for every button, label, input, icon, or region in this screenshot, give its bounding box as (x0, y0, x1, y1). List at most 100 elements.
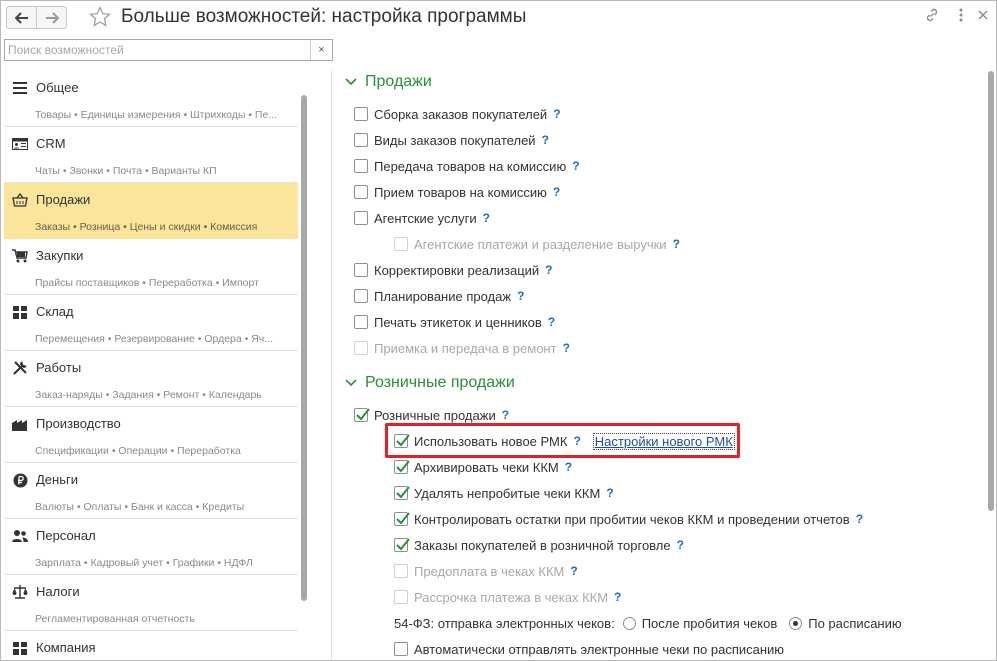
option-new-rmk: Использовать новое РМК ? Настройки новог… (394, 432, 735, 450)
contact-card-icon (12, 136, 28, 152)
arrow-right-icon (45, 11, 59, 24)
help-icon[interactable]: ? (614, 590, 621, 604)
people-icon (12, 528, 28, 544)
option-label: Предоплата в чеках ККМ (414, 563, 565, 579)
arrow-left-icon (14, 11, 28, 24)
main-scrollbar[interactable] (988, 71, 994, 511)
section-retail-header[interactable]: Розничные продажи (345, 374, 515, 392)
help-icon[interactable]: ? (673, 237, 680, 251)
help-icon[interactable]: ? (677, 538, 684, 552)
option-label: Передача товаров на комиссию (374, 158, 567, 174)
checkmark-icon (396, 460, 410, 473)
checkbox[interactable] (354, 159, 368, 173)
favorite-star-icon[interactable] (89, 6, 111, 28)
sidebar-item-money[interactable]: Деньги Валюты • Оплаты • Банк и касса • … (4, 463, 298, 519)
sidebar-item-purchases[interactable]: Закупки Прайсы поставщиков • Переработка… (4, 239, 298, 295)
option-label: Удалять непробитые чеки ККМ (414, 485, 601, 501)
search-box: × (4, 39, 333, 61)
chevron-down-icon (345, 377, 357, 389)
help-icon[interactable]: ? (565, 460, 572, 474)
option-agent-payments: Агентские платежи и разделение выручки ? (394, 235, 680, 253)
sidebar-item-company[interactable]: Компания (4, 631, 298, 660)
sidebar-item-general[interactable]: Общее Товары • Единицы измерения • Штрих… (4, 71, 298, 127)
checkbox[interactable] (394, 564, 408, 578)
page-title: Больше возможностей: настройка программы (121, 6, 527, 27)
option-commission-transfer: Передача товаров на комиссию ? (354, 157, 580, 175)
forward-button[interactable] (36, 6, 67, 29)
checkbox-checked[interactable] (354, 408, 370, 422)
sidebar-item-personnel[interactable]: Персонал Зарплата • Кадровый учет • Граф… (4, 519, 298, 575)
checkbox[interactable] (394, 590, 408, 604)
checkmark-icon (396, 538, 410, 551)
list-icon (12, 80, 28, 96)
checkbox[interactable] (354, 107, 368, 121)
checkbox[interactable] (354, 133, 368, 147)
help-icon[interactable]: ? (573, 434, 580, 448)
help-icon[interactable]: ? (517, 289, 524, 303)
help-icon[interactable]: ? (570, 564, 577, 578)
sidebar-item-label: Производство (36, 416, 121, 431)
option-prepayment: Предоплата в чеках ККМ ? (394, 562, 578, 580)
checkbox-checked[interactable] (394, 538, 410, 552)
help-icon[interactable]: ? (542, 133, 549, 147)
help-icon[interactable]: ? (553, 185, 560, 199)
sidebar-scrollbar[interactable] (301, 95, 307, 601)
checkbox-checked[interactable] (394, 486, 410, 500)
radio-after-punch[interactable] (622, 616, 636, 630)
sidebar-item-desc: Регламентированная отчетность (35, 613, 195, 625)
option-retail-orders: Заказы покупателей в розничной торговле … (394, 536, 684, 554)
checkbox-checked[interactable] (394, 434, 410, 448)
help-icon[interactable]: ? (545, 263, 552, 277)
option-agent-services: Агентские услуги ? (354, 209, 490, 227)
search-clear-button[interactable]: × (310, 40, 332, 60)
sidebar-item-crm[interactable]: CRM Чаты • Звонки • Почта • Варианты КП (4, 127, 298, 183)
help-icon[interactable]: ? (856, 512, 863, 526)
option-sale-corrections: Корректировки реализаций ? (354, 261, 553, 279)
help-icon[interactable]: ? (606, 486, 613, 500)
sidebar-item-production[interactable]: Производство Спецификации • Операции • П… (4, 407, 298, 463)
checkbox-checked[interactable] (394, 460, 410, 474)
chevron-down-icon (345, 76, 357, 88)
help-icon[interactable]: ? (553, 107, 560, 121)
sidebar-item-taxes[interactable]: Налоги Регламентированная отчетность (4, 575, 298, 631)
fz54-receipts-row: 54-ФЗ: отправка электронных чеков: После… (394, 614, 902, 632)
radio-scheduled[interactable] (789, 616, 803, 630)
checkbox-checked[interactable] (394, 512, 410, 526)
section-title: Продажи (365, 73, 432, 90)
sidebar-item-sales[interactable]: Продажи Заказы • Розница • Цены и скидки… (4, 183, 298, 239)
back-button[interactable] (6, 6, 37, 29)
help-icon[interactable]: ? (572, 159, 579, 173)
close-icon[interactable] (974, 6, 992, 24)
option-label-printing: Печать этикеток и ценников ? (354, 313, 555, 331)
checkbox[interactable] (394, 237, 408, 251)
window-header: Больше возможностей: настройка программы (1, 1, 996, 35)
sidebar-item-label: Персонал (36, 528, 96, 543)
more-vertical-icon[interactable] (952, 6, 970, 24)
checkbox[interactable] (354, 315, 368, 329)
sidebar-item-label: Закупки (36, 248, 84, 263)
checkbox[interactable] (354, 289, 368, 303)
option-control-stock: Контролировать остатки при пробитии чеко… (394, 510, 863, 528)
sidebar-item-desc: Прайсы поставщиков • Переработка • Импор… (35, 277, 259, 289)
sidebar-item-warehouse[interactable]: Склад Перемещения • Резервирование • Орд… (4, 295, 298, 351)
help-icon[interactable]: ? (502, 408, 509, 422)
search-input[interactable] (5, 40, 311, 60)
option-label: Заказы покупателей в розничной торговле (414, 537, 671, 553)
section-sales-header[interactable]: Продажи (345, 73, 432, 91)
checkbox[interactable] (354, 341, 368, 355)
checkbox[interactable] (354, 263, 368, 277)
option-commission-receive: Прием товаров на комиссию ? (354, 183, 560, 201)
link-icon[interactable] (923, 6, 941, 24)
sidebar-item-label: Деньги (36, 472, 78, 487)
new-rmk-settings-link[interactable]: Настройки нового РМК (592, 432, 735, 450)
option-installment: Рассрочка платежа в чеках ККМ ? (394, 588, 621, 606)
help-icon[interactable]: ? (548, 315, 555, 329)
option-label: Автоматически отправлять электронные чек… (414, 641, 785, 657)
checkbox[interactable] (354, 211, 368, 225)
sidebar-item-works[interactable]: Работы Заказ-наряды • Задания • Ремонт •… (4, 351, 298, 407)
checkbox[interactable] (354, 185, 368, 199)
checkbox[interactable] (394, 642, 408, 656)
help-icon[interactable]: ? (483, 211, 490, 225)
option-label: Печать этикеток и ценников (374, 314, 542, 330)
help-icon[interactable]: ? (563, 341, 570, 355)
